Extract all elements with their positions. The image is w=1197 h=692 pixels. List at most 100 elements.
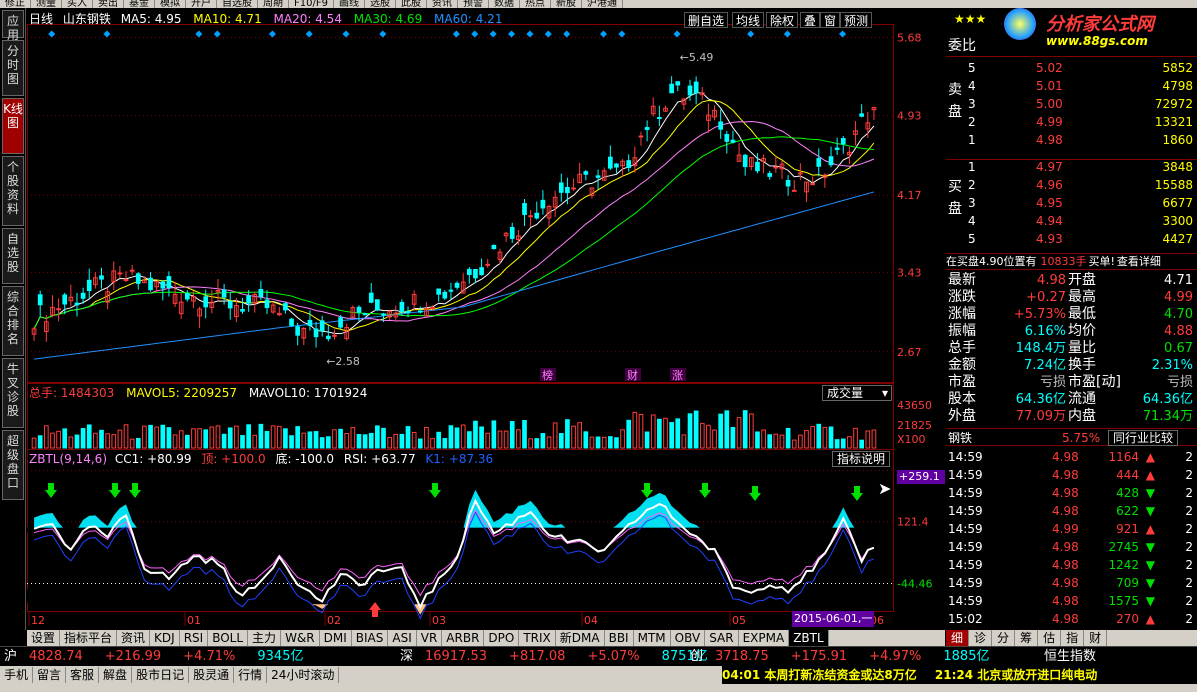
- indicator-tab[interactable]: W&R: [281, 630, 320, 646]
- indicator-tab[interactable]: 设置: [27, 630, 61, 646]
- left-tab[interactable]: K线图: [2, 98, 24, 154]
- indicator-tab[interactable]: BBI: [605, 630, 634, 646]
- toolbar-item[interactable]: 模拟: [155, 0, 186, 8]
- indicator-tab[interactable]: DPO: [484, 630, 520, 646]
- right-tab[interactable]: 财: [1084, 630, 1108, 646]
- candle-body: [325, 335, 331, 340]
- indicator-tab[interactable]: ARBR: [442, 630, 485, 646]
- signal-diamond-icon: [489, 30, 497, 38]
- chart-button[interactable]: 叠: [800, 12, 821, 28]
- toolbar-item[interactable]: 修正: [0, 0, 31, 8]
- buy-level[interactable]: 4 4.94 3300: [946, 212, 1197, 230]
- right-tab[interactable]: 指: [1061, 630, 1085, 646]
- buy-level[interactable]: 1 4.97 3848: [946, 158, 1197, 176]
- status-item[interactable]: 客服: [66, 667, 100, 683]
- right-tab[interactable]: 细: [946, 630, 970, 646]
- chart-button[interactable]: 删自选: [684, 12, 729, 28]
- chart-button[interactable]: 除权: [766, 12, 799, 28]
- toolbar-item[interactable]: 卖出: [93, 0, 124, 8]
- signal-diamond-icon: [618, 30, 626, 38]
- indicator-help-button[interactable]: 指标说明: [832, 451, 891, 467]
- indicator-tab[interactable]: 指标平台: [60, 630, 118, 646]
- sell-level[interactable]: 3 5.00 72972: [946, 95, 1197, 113]
- indicator-tab[interactable]: OBV: [671, 630, 706, 646]
- sell-level[interactable]: 4 5.01 4798: [946, 77, 1197, 95]
- level-number: 5: [968, 232, 976, 246]
- indicator-tab[interactable]: MTM: [634, 630, 671, 646]
- indicator-tab[interactable]: 资讯: [117, 630, 151, 646]
- indicator-tab[interactable]: BIAS: [352, 630, 389, 646]
- stat-value: 2.31%: [1151, 358, 1193, 373]
- toolbar-item[interactable]: 选股: [365, 0, 396, 8]
- chart-button[interactable]: 窗: [820, 12, 841, 28]
- indicator-select[interactable]: 成交量 ▾: [822, 385, 892, 401]
- level-price: 5.01: [1036, 79, 1063, 93]
- status-item[interactable]: 留言: [33, 667, 67, 683]
- status-item[interactable]: 解盘: [99, 667, 133, 683]
- indicator-tab[interactable]: BOLL: [208, 630, 249, 646]
- indicator-tab[interactable]: DMI: [320, 630, 352, 646]
- index-group[interactable]: 深 16917.53 +817.08 +5.07% 8751亿: [400, 647, 708, 667]
- chart-button[interactable]: 预测: [840, 12, 873, 28]
- sell-level[interactable]: 5 5.02 5852: [946, 59, 1197, 77]
- index-tail[interactable]: 恒生指数: [1044, 647, 1096, 667]
- chart-button[interactable]: 均线: [732, 12, 765, 28]
- left-tab[interactable]: 超级盘口: [2, 430, 24, 500]
- toolbar-item[interactable]: 基金: [124, 0, 155, 8]
- note-detail-link[interactable]: 查看详细: [1117, 255, 1161, 268]
- buy-level[interactable]: 5 4.93 4427: [946, 230, 1197, 248]
- right-tab[interactable]: 估: [1038, 630, 1062, 646]
- status-item[interactable]: 行情: [234, 667, 268, 683]
- indicator-tab[interactable]: ASI: [388, 630, 417, 646]
- buy-level[interactable]: 2 4.96 15588: [946, 176, 1197, 194]
- indicator-tab[interactable]: VR: [417, 630, 443, 646]
- left-tab[interactable]: 自选股: [2, 228, 24, 284]
- volume-bar: [411, 431, 417, 449]
- right-tab[interactable]: 分: [992, 630, 1016, 646]
- status-item[interactable]: 24小时滚动: [267, 667, 340, 683]
- indicator-tab[interactable]: KDJ: [150, 630, 180, 646]
- toolbar-item[interactable]: 沪港通: [582, 0, 623, 8]
- left-tab[interactable]: 牛叉诊股: [2, 358, 24, 428]
- toolbar-item[interactable]: 数据: [489, 0, 520, 8]
- status-item[interactable]: 股市日记: [132, 667, 190, 683]
- indicator-tab[interactable]: SAR: [705, 630, 739, 646]
- toolbar-item[interactable]: 资讯: [427, 0, 458, 8]
- stat-value: 4.99: [1164, 290, 1193, 305]
- toolbar-item[interactable]: 买入: [62, 0, 93, 8]
- toolbar-item[interactable]: 此股: [396, 0, 427, 8]
- status-item[interactable]: 股灵通: [189, 667, 235, 683]
- left-tab[interactable]: 分时图: [2, 40, 24, 96]
- big-order-note[interactable]: 在买盘4.90位置有 10833手 买单! 查看详细: [946, 254, 1197, 270]
- left-tab[interactable]: 个股资料: [2, 156, 24, 226]
- index-group[interactable]: 沪 4828.74 +216.99 +4.71% 9345亿: [4, 647, 303, 667]
- left-tab[interactable]: 应用: [2, 10, 24, 42]
- right-tab[interactable]: 筹: [1015, 630, 1039, 646]
- toolbar-item[interactable]: 热点: [520, 0, 551, 8]
- toolbar-item[interactable]: 开户: [186, 0, 217, 8]
- industry-compare-button[interactable]: 同行业比较: [1108, 430, 1179, 446]
- toolbar-item[interactable]: 测量: [31, 0, 62, 8]
- toolbar-item[interactable]: 画线: [334, 0, 365, 8]
- toolbar-item[interactable]: 周期: [258, 0, 289, 8]
- sell-level[interactable]: 1 4.98 1860: [946, 131, 1197, 149]
- indicator-tab[interactable]: ZBTL: [789, 630, 829, 646]
- news-ticker[interactable]: 04:01 本周打新冻结资金或达8万亿 21:24 北京或放开进口纯电动: [722, 666, 1197, 684]
- left-tab[interactable]: 综合排名: [2, 286, 24, 356]
- right-tab[interactable]: 诊: [969, 630, 993, 646]
- buy-level[interactable]: 3 4.95 6677: [946, 194, 1197, 212]
- status-item[interactable]: 手机: [0, 667, 34, 683]
- index-group[interactable]: 创 3718.75 +175.91 +4.97% 1885亿: [690, 647, 989, 667]
- indicator-select-value: 成交量: [827, 386, 864, 400]
- toolbar-item[interactable]: 预警: [458, 0, 489, 8]
- toolbar-item[interactable]: 新股: [551, 0, 582, 8]
- chart-area[interactable]: 5.68 4.93 4.17 3.43 2.67 ←5.49 ←2.58 榜 财 涨 43650 21…: [27, 8, 945, 630]
- indicator-tab[interactable]: 新DMA: [556, 630, 605, 646]
- indicator-tab[interactable]: TRIX: [519, 630, 556, 646]
- indicator-tab[interactable]: 主力: [248, 630, 282, 646]
- toolbar-item[interactable]: 自选股: [217, 0, 258, 8]
- toolbar-item[interactable]: F10/F9: [289, 0, 334, 8]
- indicator-tab[interactable]: RSI: [180, 630, 209, 646]
- indicator-tab[interactable]: EXPMA: [739, 630, 790, 646]
- sell-level[interactable]: 2 4.99 13321: [946, 113, 1197, 131]
